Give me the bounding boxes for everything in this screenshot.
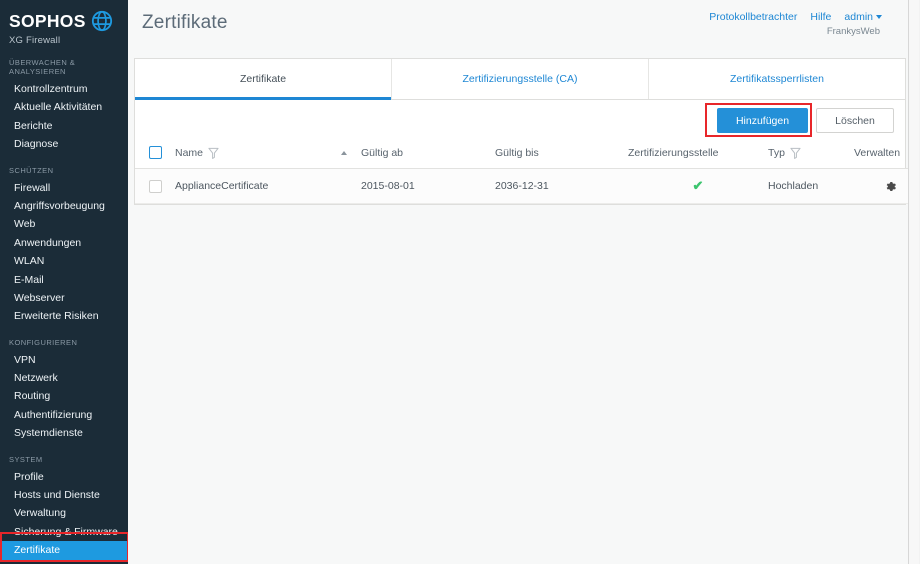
page-title: Zertifikate [142, 12, 228, 33]
sidebar-item-netzwerk[interactable]: Netzwerk [0, 369, 128, 387]
select-all-checkbox[interactable] [149, 146, 162, 159]
tab-bar: Zertifikate Zertifizierungsstelle (CA) Z… [135, 59, 905, 100]
row-select-cell [135, 168, 175, 204]
sidebar-section-title: SCHÜTZEN [9, 165, 54, 175]
column-select-all [135, 146, 175, 169]
sidebar-section: KONFIGURIEREN VPN Netzwerk Routing Authentif… [0, 338, 128, 443]
chevron-down-icon [876, 15, 882, 20]
tab-zertifikatssperrlisten[interactable]: Zertifikatssperrlisten [649, 59, 905, 99]
gear-icon[interactable] [884, 180, 897, 192]
table-header: Name Gültig ab Gültig bis Zertifizierung… [135, 146, 920, 169]
sidebar-item-e-mail[interactable]: E-Mail [0, 271, 128, 289]
sidebar-item-angriffsvorbeugung[interactable]: Angriffsvorbeugung [0, 197, 128, 215]
sidebar-item-berichte[interactable]: Berichte [0, 117, 128, 135]
brand-product: XG Firewall [9, 35, 61, 46]
sidebar-section: SCHÜTZEN Firewall Angriffsvorbeugung Web Anw… [0, 166, 128, 326]
page-scrollbar[interactable] [908, 0, 920, 564]
sidebar-item-routing[interactable]: Routing [0, 387, 128, 405]
main-content: Zertifikate Protokollbetrachter Hilfe ad… [128, 0, 920, 564]
certificates-panel: Zertifikate Zertifizierungsstelle (CA) Z… [134, 58, 920, 205]
sidebar-item-verwaltung[interactable]: Verwaltung [0, 504, 128, 522]
sidebar-section: SYSTEM Profile Hosts und Dienste Verwaltung… [0, 455, 128, 560]
sidebar-item-wlan[interactable]: WLAN [0, 252, 128, 270]
check-icon: ✔ [692, 178, 704, 193]
brand-logo: SOPHOS XG Firewall [0, 0, 128, 46]
sidebar-section-title: KONFIGURIEREN [9, 337, 78, 347]
column-type-label: Typ [768, 146, 785, 159]
certificates-table: Name Gültig ab Gültig bis Zertifizierung… [135, 146, 920, 204]
help-link[interactable]: Hilfe [810, 11, 831, 23]
delete-button[interactable]: Löschen [816, 108, 894, 133]
sidebar-item-systemdienste[interactable]: Systemdienste [0, 424, 128, 442]
header-links: Protokollbetrachter Hilfe admin FrankysW… [709, 11, 882, 37]
sidebar-item-zertifikate[interactable]: Zertifikate [0, 541, 128, 560]
row-checkbox[interactable] [149, 179, 162, 193]
sidebar-item-authentifizierung[interactable]: Authentifizierung [0, 406, 128, 424]
sidebar-item-sicherung-firmware[interactable]: Sicherung & Firmware [0, 523, 128, 541]
filter-icon[interactable] [208, 147, 219, 159]
cell-name: ApplianceCertificate [175, 168, 361, 204]
table-toolbar: Hinzufügen Löschen [135, 100, 905, 146]
column-certificate-authority[interactable]: Zertifizierungsstelle [628, 146, 768, 169]
table-row[interactable]: ApplianceCertificate 2015-08-01 2036-12-31… [135, 168, 920, 204]
sidebar: SOPHOS XG Firewall ÜBERWACHEN & ANALYSIE… [0, 0, 128, 564]
top-header: Zertifikate Protokollbetrachter Hilfe ad… [128, 0, 920, 52]
table-body: ApplianceCertificate 2015-08-01 2036-12-31… [135, 168, 920, 204]
scrollbar-thumb[interactable] [909, 0, 919, 564]
table-header-row: Name Gültig ab Gültig bis Zertifizierung… [135, 146, 920, 169]
user-menu[interactable]: admin [844, 11, 882, 23]
application-window: SOPHOS XG Firewall ÜBERWACHEN & ANALYSIE… [0, 0, 920, 564]
brand-name: SOPHOS [9, 11, 86, 31]
column-name[interactable]: Name [175, 146, 361, 169]
sort-ascending-icon [341, 150, 347, 155]
sidebar-item-erweiterte-risiken[interactable]: Erweiterte Risiken [0, 307, 128, 325]
column-type[interactable]: Typ [768, 146, 854, 169]
column-name-label: Name [175, 146, 204, 159]
sidebar-item-web[interactable]: Web [0, 215, 128, 233]
add-button[interactable]: Hinzufügen [717, 108, 808, 133]
filter-icon[interactable] [790, 147, 801, 159]
sidebar-item-webserver[interactable]: Webserver [0, 289, 128, 307]
column-valid-to[interactable]: Gültig bis [495, 146, 628, 169]
sidebar-section-title: SYSTEM [9, 454, 43, 464]
cell-valid-from: 2015-08-01 [361, 168, 495, 204]
sidebar-item-aktuelle-aktivitaten[interactable]: Aktuelle Aktivitäten [0, 98, 128, 116]
globe-icon [91, 10, 113, 32]
tab-zertifikate[interactable]: Zertifikate [135, 59, 392, 100]
sidebar-section: ÜBERWACHEN & ANALYSIEREN Kontrollzentrum A… [0, 58, 128, 154]
cell-certificate-authority: ✔ [628, 168, 768, 204]
sidebar-item-hosts-und-dienste[interactable]: Hosts und Dienste [0, 486, 128, 504]
cell-type: Hochladen [768, 168, 854, 204]
sidebar-section-title: ÜBERWACHEN & ANALYSIEREN [9, 58, 76, 76]
sidebar-item-kontrollzentrum[interactable]: Kontrollzentrum [0, 80, 128, 98]
sidebar-item-diagnose[interactable]: Diagnose [0, 135, 128, 153]
sidebar-item-vpn[interactable]: VPN [0, 351, 128, 369]
log-viewer-link[interactable]: Protokollbetrachter [709, 11, 797, 23]
account-name: FrankysWeb [826, 26, 880, 37]
sidebar-item-profile[interactable]: Profile [0, 468, 128, 486]
sidebar-item-firewall[interactable]: Firewall [0, 179, 128, 197]
sidebar-nav: ÜBERWACHEN & ANALYSIEREN Kontrollzentrum A… [0, 58, 128, 560]
user-menu-label: admin [844, 11, 873, 23]
tab-zertifizierungsstelle[interactable]: Zertifizierungsstelle (CA) [392, 59, 649, 99]
column-valid-from[interactable]: Gültig ab [361, 146, 495, 169]
sidebar-item-anwendungen[interactable]: Anwendungen [0, 234, 128, 252]
cell-valid-to: 2036-12-31 [495, 168, 628, 204]
